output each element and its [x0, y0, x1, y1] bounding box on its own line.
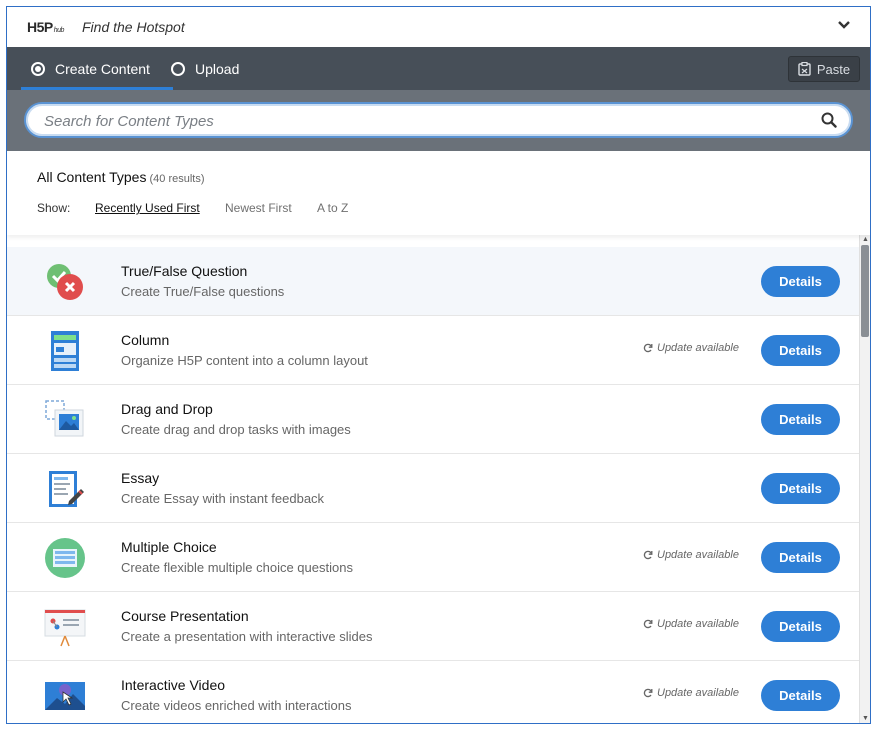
scroll-down-icon[interactable]: ▼ — [862, 715, 869, 722]
h5p-logo: H5Phub — [27, 19, 64, 35]
tab-upload[interactable]: Upload — [171, 47, 239, 90]
scroll-up-icon[interactable]: ▲ — [862, 236, 869, 243]
search-box[interactable] — [24, 102, 853, 138]
multiple-choice-icon — [45, 538, 85, 578]
item-title: Drag and Drop — [121, 401, 213, 417]
list-item[interactable]: Course Presentation Create a presentatio… — [7, 592, 859, 661]
radio-selected-icon — [31, 61, 45, 76]
results-header: All Content Types (40 results) Show: Rece… — [7, 151, 870, 235]
item-description: Create True/False questions — [121, 284, 285, 299]
update-available-badge: Update available — [643, 687, 739, 699]
presentation-icon — [44, 609, 86, 647]
refresh-icon — [643, 343, 653, 353]
clipboard-icon — [798, 62, 811, 76]
sort-recently-used[interactable]: Recently Used First — [95, 201, 200, 215]
list-scrollbar[interactable]: ▲ ▼ — [859, 235, 870, 723]
tab-label: Create Content — [55, 60, 150, 77]
column-icon — [51, 331, 79, 371]
list-item[interactable]: Drag and Drop Create drag and drop tasks… — [7, 385, 859, 454]
item-title: Multiple Choice — [121, 539, 217, 555]
hub-header[interactable]: H5Phub Find the Hotspot — [7, 7, 870, 47]
tab-create-content[interactable]: Create Content — [31, 47, 150, 90]
search-bar — [7, 90, 870, 151]
details-button[interactable]: Details — [761, 266, 840, 297]
details-button[interactable]: Details — [761, 473, 840, 504]
list-item[interactable]: Multiple Choice Create flexible multiple… — [7, 523, 859, 592]
show-label: Show: — [37, 201, 71, 215]
video-icon — [45, 682, 85, 710]
list-item[interactable]: True/False Question Create True/False qu… — [7, 247, 859, 316]
refresh-icon — [643, 688, 653, 698]
details-button[interactable]: Details — [761, 542, 840, 573]
item-description: Create a presentation with interactive s… — [121, 629, 373, 644]
item-description: Create drag and drop tasks with images — [121, 422, 351, 437]
scroll-thumb[interactable] — [861, 245, 869, 337]
refresh-icon — [643, 619, 653, 629]
item-description: Create Essay with instant feedback — [121, 491, 325, 506]
results-count: (40 results) — [149, 173, 205, 185]
drag-drop-icon — [45, 400, 84, 437]
update-available-badge: Update available — [643, 342, 739, 354]
tab-label: Upload — [195, 60, 240, 77]
list-item[interactable]: Essay Create Essay with instant feedback… — [7, 454, 859, 523]
item-title: Essay — [121, 470, 160, 486]
details-button[interactable]: Details — [761, 335, 840, 366]
update-available-badge: Update available — [643, 618, 739, 630]
page-title: Find the Hotspot — [82, 19, 185, 35]
update-available-badge: Update available — [643, 549, 739, 561]
details-button[interactable]: Details — [761, 611, 840, 642]
item-description: Create flexible multiple choice question… — [121, 560, 353, 575]
item-title: True/False Question — [121, 263, 248, 279]
search-icon[interactable] — [821, 112, 837, 128]
content-type-list: True/False Question Create True/False qu… — [7, 247, 859, 723]
sort-newest-first[interactable]: Newest First — [225, 201, 292, 215]
true-false-icon — [47, 264, 83, 300]
paste-button[interactable]: Paste — [788, 56, 860, 82]
sort-a-to-z[interactable]: A to Z — [317, 201, 348, 215]
results-heading: All Content Types (40 results) — [37, 169, 205, 185]
item-description: Organize H5P content into a column layou… — [121, 353, 368, 368]
tab-bar: Create Content Upload — [7, 47, 870, 90]
search-input[interactable] — [44, 111, 804, 131]
paste-label: Paste — [816, 61, 851, 77]
chevron-down-icon[interactable] — [836, 17, 852, 33]
radio-icon — [171, 61, 185, 76]
h5p-hub-panel: H5Phub Find the Hotspot Create Content U… — [6, 6, 871, 724]
details-button[interactable]: Details — [761, 680, 840, 711]
item-description: Create videos enriched with interactions — [121, 698, 352, 713]
refresh-icon — [643, 550, 653, 560]
item-title: Column — [121, 332, 170, 348]
list-item[interactable]: Interactive Video Create videos enriched… — [7, 661, 859, 723]
list-item[interactable]: Column Organize H5P content into a colum… — [7, 316, 859, 385]
item-title: Course Presentation — [121, 608, 249, 624]
essay-icon — [49, 471, 84, 507]
item-title: Interactive Video — [121, 677, 226, 693]
details-button[interactable]: Details — [761, 404, 840, 435]
